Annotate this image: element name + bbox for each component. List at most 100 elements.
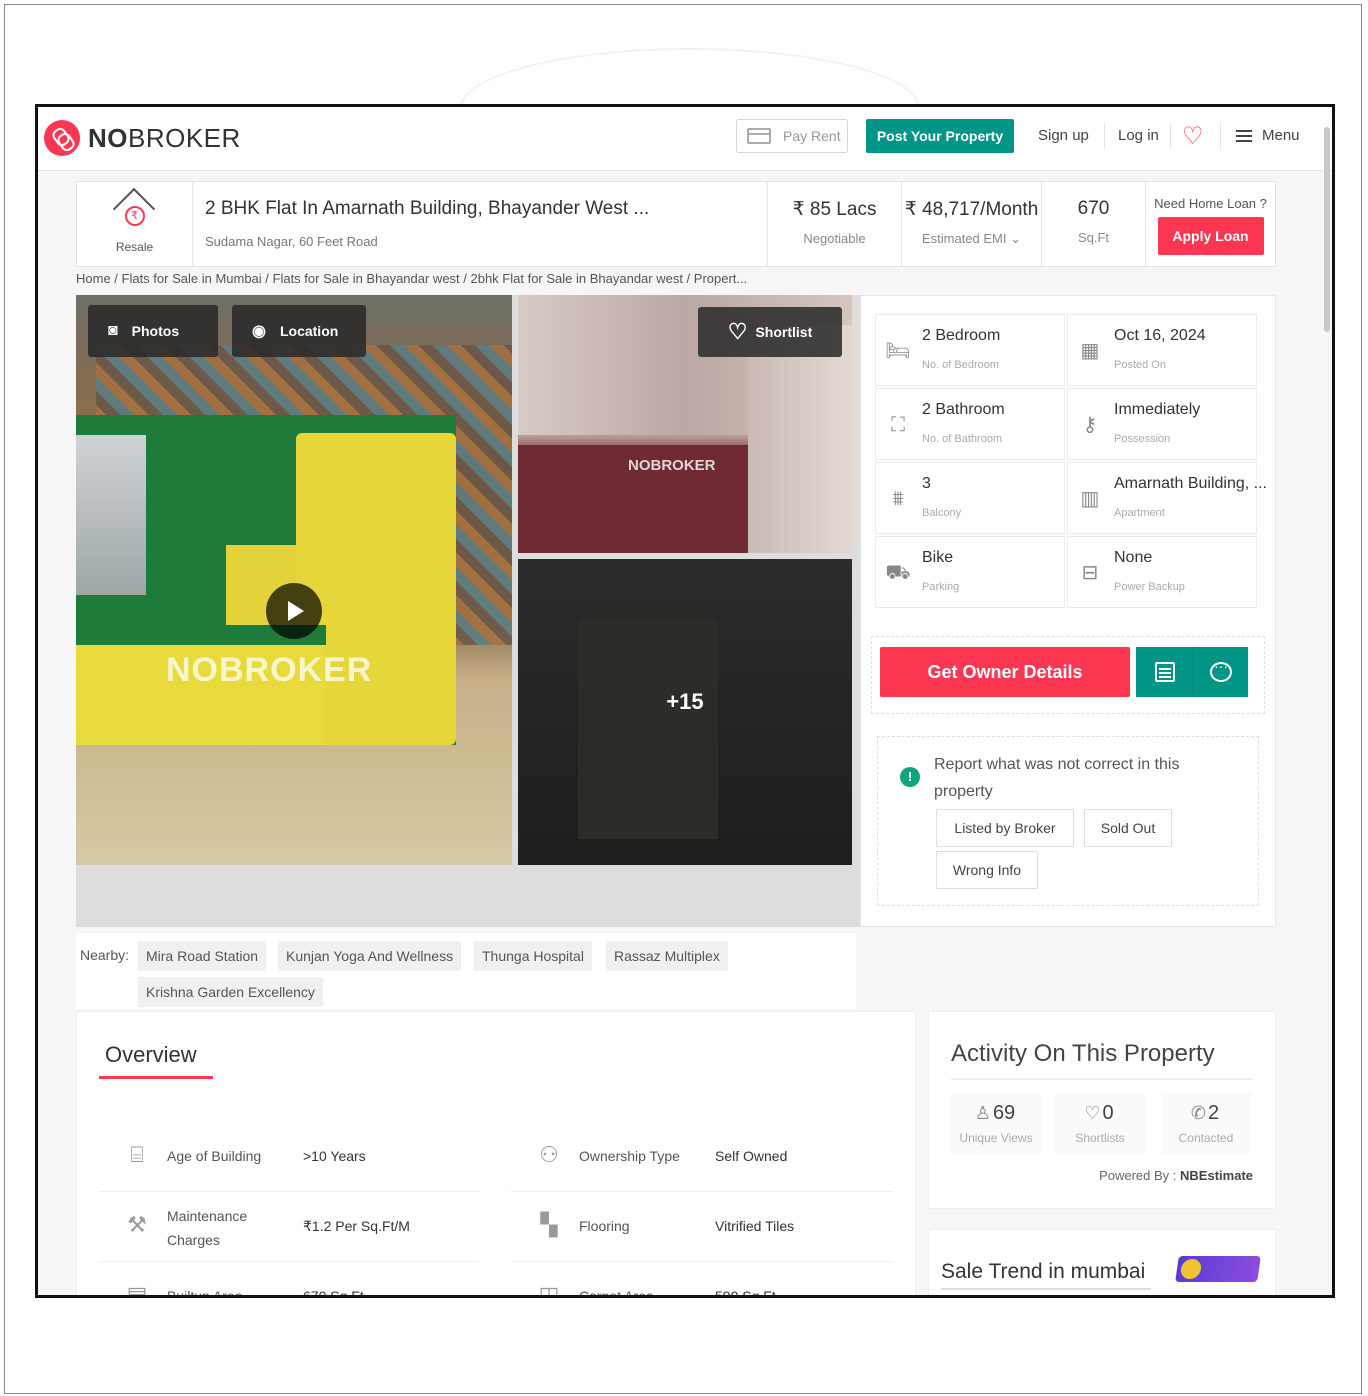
activity-panel: Activity On This Property ♙ 69 Unique Vie…	[928, 1011, 1276, 1209]
spec-apartment: ▥ Amarnath Building, ... Apartment	[1067, 462, 1267, 534]
menu-button[interactable]: Menu	[1236, 127, 1300, 144]
chevron-down-icon: ⌄	[1010, 231, 1022, 246]
spec-value: 2 Bedroom	[922, 327, 1001, 344]
spec-label: Apartment	[1114, 507, 1165, 519]
spec-balcony: ⩩ 3 Balcony	[875, 462, 1065, 534]
spec-bathroom: ⛶ 2 Bathroom No. of Bathroom	[875, 388, 1065, 460]
nearby-chip[interactable]: Mira Road Station	[138, 941, 267, 971]
area-value: 670	[1077, 198, 1110, 219]
house-rupee-icon: ₹	[112, 187, 155, 236]
report-wrong-info[interactable]: Wrong Info	[936, 851, 1038, 889]
user-icon: ♙	[974, 1103, 991, 1123]
spec-label: Possession	[1114, 433, 1171, 445]
get-owner-details-button[interactable]: Get Owner Details	[880, 647, 1130, 697]
shortlist-button[interactable]: ♡ Shortlist	[698, 307, 842, 357]
compass-icon: ◉	[252, 323, 266, 340]
sign-up-link[interactable]: Sign up	[1038, 127, 1089, 144]
schedule-visit-button[interactable]	[1136, 647, 1194, 697]
spec-label: No. of Bedroom	[922, 359, 1000, 371]
spec-label: Posted On	[1114, 359, 1166, 371]
pay-rent-label: Pay Rent	[783, 128, 841, 144]
spec-label: Balcony	[922, 507, 962, 519]
stat-label: Contacted	[1178, 1131, 1234, 1145]
spec-power-backup: ⊟ None Power Backup	[1067, 536, 1257, 608]
powered-by: Powered By : NBEstimate	[1099, 1168, 1253, 1183]
report-listed-by-broker[interactable]: Listed by Broker	[936, 809, 1074, 847]
main-photo[interactable]: NOBROKER ◙ Photos ◉ Location	[76, 295, 512, 865]
overview-value: 670 Sq.Ft	[303, 1288, 364, 1298]
report-text: Report what was not correct in this prop…	[934, 756, 1180, 800]
price-note: Negotiable	[803, 231, 866, 246]
powered-brand: NBEstimate	[1180, 1168, 1253, 1183]
spec-parking: ⛟ Bike Parking	[875, 536, 1065, 608]
divider	[1220, 123, 1221, 149]
scrollbar-thumb[interactable]	[1324, 127, 1330, 332]
nearby-chip[interactable]: Thunga Hospital	[474, 941, 592, 971]
nearby-chip[interactable]: Rassaz Multiplex	[606, 941, 728, 971]
apply-loan-button[interactable]: Apply Loan	[1157, 217, 1264, 255]
play-video-icon[interactable]	[266, 583, 322, 639]
overview-value: Vitrified Tiles	[715, 1218, 795, 1234]
overview-value: >10 Years	[303, 1148, 366, 1164]
owner-actions: Get Owner Details	[871, 636, 1265, 714]
photos-label: Photos	[131, 323, 180, 339]
overview-section: Overview ⌸ Age of Building >10 Years ⚇ O…	[76, 1011, 916, 1298]
location-label: Location	[279, 323, 339, 339]
chat-bubble-icon	[1210, 658, 1232, 682]
heart-icon: ♡	[1084, 1103, 1101, 1123]
shortlist-heart-icon[interactable]: ♡	[1182, 123, 1210, 151]
building-icon: ▥	[1080, 488, 1100, 510]
stat-contacted: ✆ 2 Contacted	[1161, 1092, 1251, 1154]
stat-unique-views: ♙ 69 Unique Views	[951, 1092, 1041, 1154]
overview-label: Age of Building	[167, 1148, 262, 1164]
overview-row: ⚒ Maintenance Charges ₹1.2 Per Sq.Ft/M	[99, 1192, 479, 1262]
divider	[951, 1078, 1253, 1080]
nearby-chip[interactable]: Kunjan Yoga And Wellness	[278, 941, 462, 971]
property-title-bar: ₹ Resale 2 BHK Flat In Amarnath Building…	[76, 181, 1276, 267]
emi-block[interactable]: ₹ 48,717/Month Estimated EMI ⌄	[901, 182, 1041, 266]
stat-value: 69	[992, 1102, 1016, 1124]
bed-icon: 🛏	[885, 340, 911, 362]
property-address: Sudama Nagar, 60 Feet Road	[205, 234, 378, 249]
breadcrumb[interactable]: Home / Flats for Sale in Mumbai / Flats …	[76, 271, 747, 286]
spec-possession: ⚷ Immediately Possession	[1067, 388, 1257, 460]
spec-value: Immediately	[1114, 401, 1201, 418]
watermark: NOBROKER	[166, 651, 373, 689]
stat-value: 0	[1102, 1102, 1114, 1124]
stat-shortlists: ♡ 0 Shortlists	[1055, 1092, 1145, 1154]
photos-button[interactable]: ◙ Photos	[88, 305, 218, 357]
resale-badge: ₹ Resale	[77, 182, 193, 266]
overview-value: ₹1.2 Per Sq.Ft/M	[303, 1218, 410, 1234]
chat-button[interactable]	[1194, 647, 1248, 697]
credit-card-icon	[747, 128, 771, 144]
screenshot-frame: NOBROKER Pay Rent Post Your Property Sig…	[35, 104, 1335, 1298]
nearby-places: Nearby: Mira Road Station Kunjan Yoga An…	[76, 933, 856, 1009]
nobroker-logo[interactable]: NOBROKER	[44, 120, 241, 156]
balcony-icon: ⩩	[892, 488, 904, 510]
spec-posted-on: ▦ Oct 16, 2024 Posted On	[1067, 314, 1257, 386]
overview-value: Self Owned	[715, 1148, 788, 1164]
spec-label: No. of Bathroom	[922, 433, 1003, 445]
home-loan-block: Need Home Loan ? Apply Loan	[1145, 182, 1275, 266]
pay-rent-button[interactable]: Pay Rent	[736, 119, 848, 153]
report-sold-out[interactable]: Sold Out	[1084, 809, 1172, 847]
camera-icon: ◙	[108, 322, 118, 339]
top-header: NOBROKER Pay Rent Post Your Property Sig…	[38, 107, 1332, 171]
property-details-panel: 🛏 2 Bedroom No. of Bedroom ▦ Oct 16, 202…	[860, 295, 1276, 927]
nearby-chip[interactable]: Krishna Garden Excellency	[138, 977, 323, 1007]
photo-gallery: NOBROKER ◙ Photos ◉ Location NOBROKER ♡ …	[76, 295, 860, 927]
divider	[941, 1288, 1151, 1290]
building-age-icon: ⌸	[130, 1142, 144, 1167]
overview-row: ▚ Flooring Vitrified Tiles	[511, 1192, 893, 1262]
overview-label: Builtup Area	[167, 1288, 243, 1298]
price-block: ₹ 85 Lacs Negotiable	[767, 182, 901, 266]
log-in-link[interactable]: Log in	[1118, 127, 1159, 144]
post-property-button[interactable]: Post Your Property	[866, 119, 1014, 153]
maintenance-tools-icon: ⚒	[127, 1212, 147, 1237]
spec-value: 3	[922, 475, 931, 492]
more-photos-thumbnail[interactable]: +15	[518, 559, 852, 865]
location-button[interactable]: ◉ Location	[232, 305, 366, 357]
sale-trend-panel: Sale Trend in mumbai	[928, 1229, 1276, 1295]
menu-label: Menu	[1262, 127, 1300, 144]
spec-value: Oct 16, 2024	[1114, 327, 1206, 344]
